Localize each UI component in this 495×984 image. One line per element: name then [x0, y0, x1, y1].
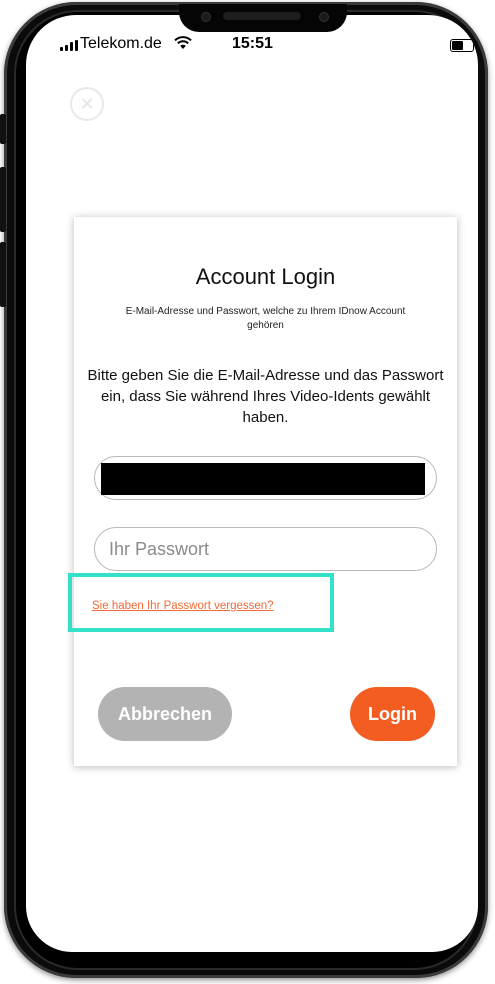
phone-notch	[179, 4, 347, 32]
volume-down-button	[0, 242, 6, 307]
battery-icon	[450, 39, 477, 52]
cancel-button[interactable]: Abbrechen	[98, 687, 232, 741]
email-redacted-value	[101, 463, 425, 495]
email-field[interactable]	[94, 456, 437, 500]
forgot-password-link[interactable]: Sie haben Ihr Passwort vergessen?	[92, 600, 274, 612]
earpiece-speaker	[223, 12, 301, 20]
carrier-name: Telekom.de	[80, 35, 162, 52]
signal-icon	[60, 40, 78, 51]
dialog-title: Account Login	[195, 264, 336, 289]
mute-switch	[0, 114, 6, 144]
phone-frame: Telekom.de 15:51 ✕ Account Login E-Mail-…	[0, 2, 488, 978]
clock: 15:51	[232, 35, 273, 52]
app-screen: Telekom.de 15:51 ✕ Account Login E-Mail-…	[26, 15, 478, 952]
password-field[interactable]	[94, 527, 437, 571]
front-camera	[319, 12, 329, 22]
dialog-description: Bitte geben Sie die E-Mail-Adresse und d…	[87, 367, 444, 426]
volume-up-button	[0, 167, 6, 232]
dialog-subtitle: E-Mail-Adresse und Passwort, welche zu I…	[125, 306, 406, 331]
wifi-icon	[174, 36, 192, 49]
login-dialog: Account Login E-Mail-Adresse und Passwor…	[68, 217, 457, 766]
login-button[interactable]: Login	[350, 687, 435, 741]
proximity-sensor	[201, 12, 211, 22]
close-icon[interactable]: ✕	[70, 87, 104, 121]
